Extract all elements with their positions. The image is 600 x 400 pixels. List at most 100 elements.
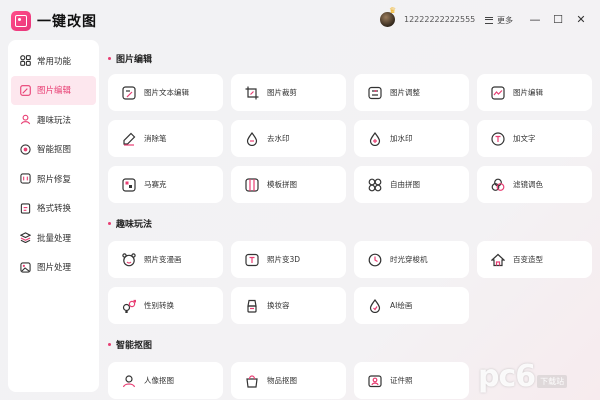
crop-icon [245,86,259,99]
object-cutout-icon [246,374,258,388]
more-button[interactable]: 更多 [485,13,513,27]
card-add-text[interactable]: 加文字 [477,120,592,157]
minimize-button[interactable]: — [528,12,542,26]
card-free-collage[interactable]: 自由拼图 [354,166,469,203]
card-ai-paint[interactable]: AI绘画 [354,287,469,324]
card-label: 图片编辑 [513,88,543,97]
main-content: 图片编辑 图片文本编辑 图片裁剪 图片调整 图片编辑 消除笔 去水印 加水印 加… [108,40,600,400]
free-collage-icon [368,178,382,191]
card-label: 自由拼图 [390,180,420,189]
sidebar-item-batch[interactable]: 批量处理 [11,223,96,253]
eraser-pen-icon [123,132,136,146]
section-title-cutout: 智能抠图 [108,338,152,351]
card-adjust[interactable]: 图片调整 [354,74,469,111]
card-gender[interactable]: 性别转换 [108,287,223,324]
filter-icon [491,178,505,191]
title-bar: 一键改图 ♛ 12222222222555 更多 — ☐ ✕ [0,0,600,40]
add-watermark-icon [369,131,381,146]
sidebar-item-process[interactable]: 图片处理 [11,253,96,283]
app-title: 一键改图 [37,14,97,30]
watermark-sub: 下载站 [537,375,568,388]
image-edit-icon [19,84,31,96]
cartoon-icon [122,252,136,266]
sidebar-item-fun[interactable]: 趣味玩法 [11,105,96,135]
card-time-machine[interactable]: 时光穿梭机 [354,241,469,278]
card-image-edit[interactable]: 图片编辑 [477,74,592,111]
card-filter[interactable]: 滤镜调色 [477,166,592,203]
id-photo-icon [368,374,382,387]
repair-icon [19,173,31,185]
sidebar-item-repair[interactable]: 照片修复 [11,164,96,194]
card-id-photo[interactable]: 证件照 [354,362,469,399]
text-edit-icon [122,85,136,100]
image-edit-icon [491,85,505,100]
card-label: AI绘画 [390,301,413,310]
template-collage-icon [245,177,259,192]
sidebar-item-label: 格式转换 [37,204,72,215]
convert-icon [19,202,31,214]
site-watermark: pc6 下载站 [478,352,568,394]
card-cartoon[interactable]: 照片变漫画 [108,241,223,278]
sidebar-item-label: 批量处理 [37,233,72,244]
card-text-edit[interactable]: 图片文本编辑 [108,74,223,111]
card-eraser-pen[interactable]: 消除笔 [108,120,223,157]
card-label: 加文字 [513,134,536,143]
more-label: 更多 [497,15,513,25]
sidebar-item-image-edit[interactable]: 图片编辑 [11,75,96,105]
3d-icon [245,253,259,266]
card-label: 换妆容 [267,301,290,310]
sidebar-item-label: 照片修复 [37,174,72,185]
sidebar-item-common[interactable]: 常用功能 [11,46,96,76]
sidebar: 常用功能 图片编辑 趣味玩法 智能抠图 照片修复 格式转换 批量处理 图片处理 [8,40,99,392]
card-makeup[interactable]: 换妆容 [231,287,346,324]
card-3d[interactable]: 照片变3D [231,241,346,278]
time-machine-icon [368,253,382,266]
card-label: 消除笔 [144,134,167,143]
mosaic-icon [122,177,136,192]
menu-icon [485,16,493,24]
card-label: 证件照 [390,376,413,385]
add-text-icon [491,131,505,146]
sidebar-item-convert[interactable]: 格式转换 [11,194,96,224]
close-button[interactable]: ✕ [574,12,588,26]
card-label: 模板拼图 [267,180,297,189]
card-label: 照片变漫画 [144,255,182,264]
card-add-watermark[interactable]: 加水印 [354,120,469,157]
card-label: 图片裁剪 [267,88,297,97]
username[interactable]: 12222222222555 [404,15,475,24]
card-label: 百变造型 [513,255,543,264]
sidebar-item-label: 图片编辑 [37,86,72,97]
card-style[interactable]: 百变造型 [477,241,592,278]
app-logo-icon [11,11,31,31]
fun-icon [19,114,31,126]
batch-icon [19,232,31,244]
sidebar-item-cutout[interactable]: 智能抠图 [11,135,96,165]
vip-crown-icon: ♛ [389,6,397,15]
remove-watermark-icon [246,131,258,146]
sidebar-item-label: 图片处理 [37,263,72,274]
watermark-logo: pc6 [478,359,536,394]
card-label: 滤镜调色 [513,180,543,189]
section-title-image-edit: 图片编辑 [108,52,152,65]
sidebar-item-label: 智能抠图 [37,145,72,156]
card-label: 照片变3D [267,255,301,264]
section-title-fun: 趣味玩法 [108,217,152,230]
card-label: 时光穿梭机 [390,255,428,264]
card-label: 马赛克 [144,180,167,189]
gender-icon [122,299,136,313]
card-template-collage[interactable]: 模板拼图 [231,166,346,203]
card-object-cutout[interactable]: 物品抠图 [231,362,346,399]
makeup-icon [247,299,257,313]
process-icon [19,261,31,273]
cutout-icon [19,143,31,155]
card-remove-watermark[interactable]: 去水印 [231,120,346,157]
style-icon [491,253,505,266]
card-label: 人像抠图 [144,376,174,385]
card-portrait-cutout[interactable]: 人像抠图 [108,362,223,399]
maximize-button[interactable]: ☐ [551,12,565,26]
sidebar-item-label: 趣味玩法 [37,115,72,126]
card-crop[interactable]: 图片裁剪 [231,74,346,111]
card-label: 加水印 [390,134,413,143]
adjust-icon [368,86,382,99]
card-mosaic[interactable]: 马赛克 [108,166,223,203]
